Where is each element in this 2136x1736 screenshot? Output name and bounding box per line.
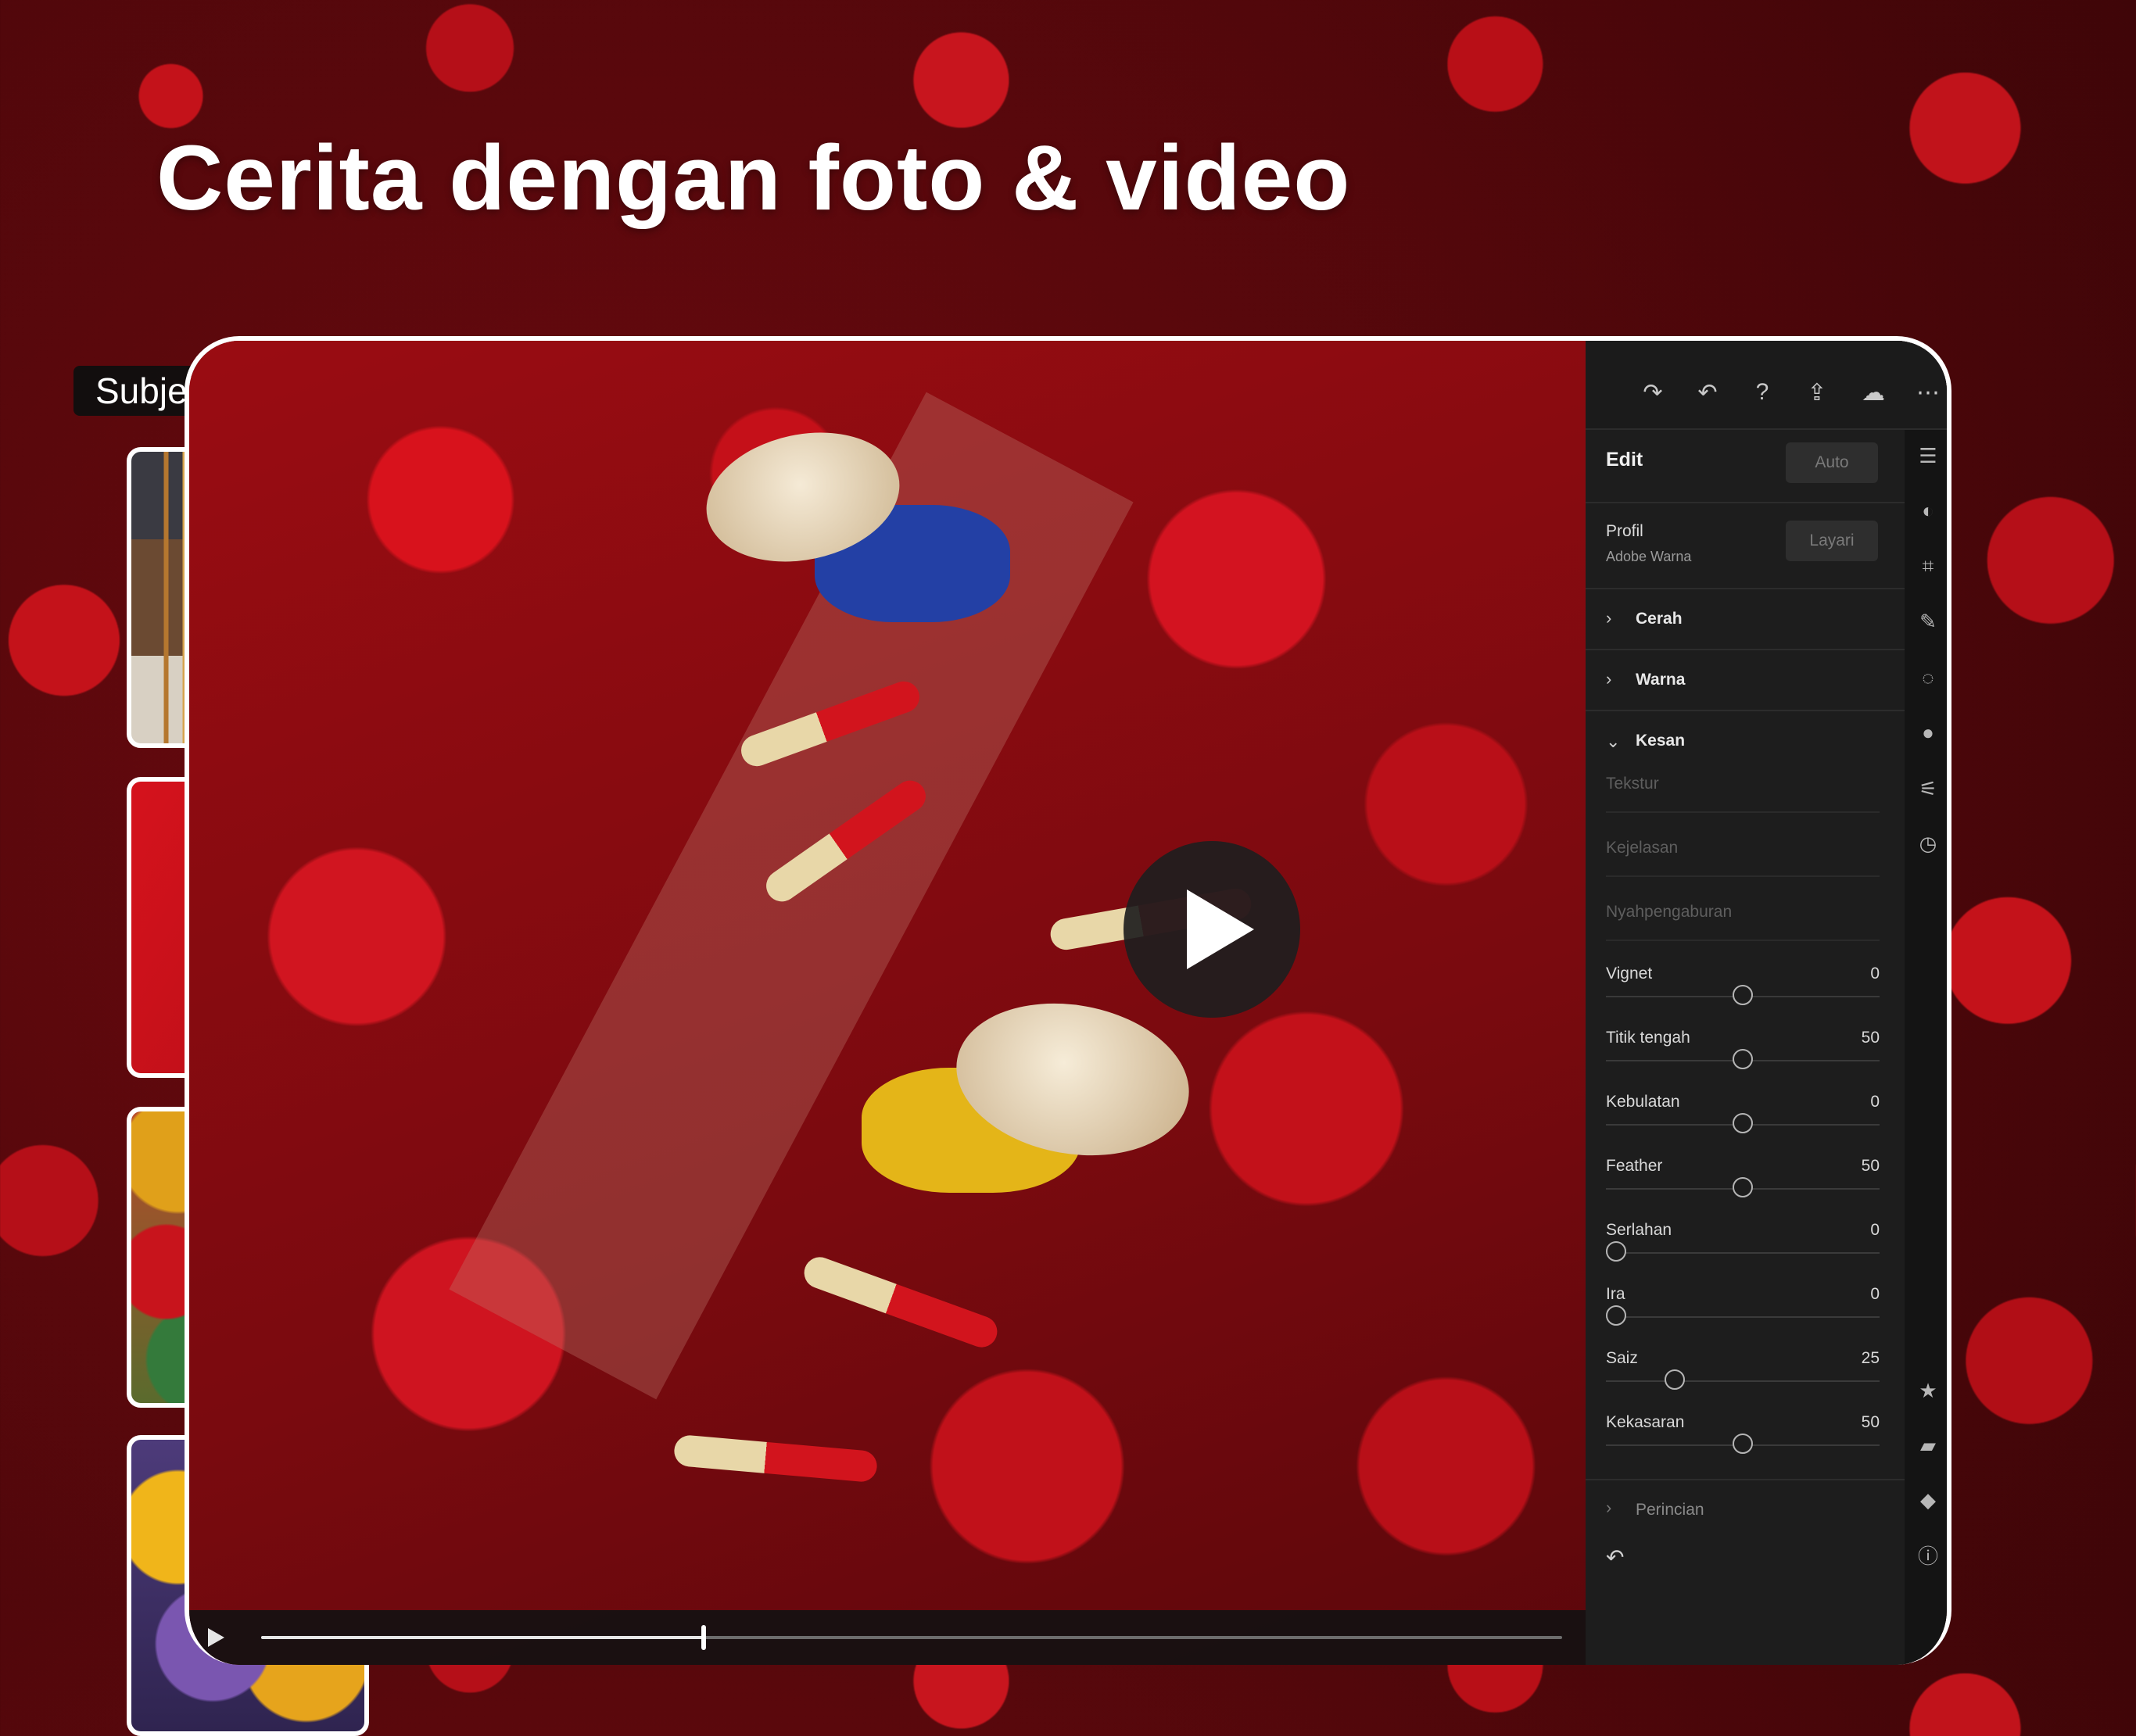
versions-icon[interactable]: ⚟ (1915, 775, 1941, 802)
info-icon[interactable]: ⓘ (1915, 1541, 1941, 1568)
reset-icon[interactable]: ↶ (1606, 1545, 1624, 1570)
slider-kebulatan[interactable]: Kebulatan 0 (1606, 1093, 1880, 1157)
cloud-synced-icon[interactable]: ☁ (1859, 378, 1887, 406)
section-light[interactable]: Cerah (1636, 610, 1683, 628)
comment-icon[interactable]: ▰ (1915, 1432, 1941, 1459)
clarity-slider-label: Kejelasan (1606, 839, 1679, 857)
slider-handle[interactable] (1733, 1049, 1753, 1069)
slider-label: Ira (1606, 1285, 1625, 1303)
chevron-right-icon: › (1606, 608, 1612, 628)
slider-track[interactable] (1606, 1252, 1880, 1254)
keyword-tag-icon[interactable]: ◆ (1915, 1487, 1941, 1513)
divider (1606, 940, 1880, 941)
timeline-playhead[interactable] (701, 1625, 706, 1650)
divider (1586, 502, 1905, 503)
slider-label: Vignet (1606, 965, 1653, 983)
slider-kekasaran[interactable]: Kekasaran 50 (1606, 1413, 1880, 1477)
slider-label: Titik tengah (1606, 1029, 1690, 1047)
divider (1606, 875, 1880, 877)
top-toolbar: ↷ ↶ ? ⇪ ☁ ⋯ (1586, 341, 1947, 430)
timeline-track[interactable] (261, 1625, 1562, 1650)
slider-value: 0 (1870, 1285, 1880, 1303)
slider-value: 50 (1861, 1029, 1880, 1047)
slider-handle[interactable] (1664, 1369, 1685, 1390)
slider-handle[interactable] (1733, 985, 1753, 1005)
edit-sliders-icon[interactable]: ☰ (1915, 442, 1941, 469)
slider-label: Serlahan (1606, 1221, 1672, 1239)
headline: Cerita dengan foto & video (156, 127, 1351, 230)
section-effects[interactable]: Kesan (1636, 732, 1685, 750)
history-icon[interactable]: ◷ (1915, 830, 1941, 857)
slider-value: 50 (1861, 1157, 1880, 1175)
masking-icon[interactable]: ◌ (1915, 664, 1941, 691)
slider-vignet[interactable]: Vignet 0 (1606, 965, 1880, 1029)
color-drop-icon[interactable]: ● (1915, 719, 1941, 746)
slider-value: 25 (1861, 1349, 1880, 1367)
divider (1606, 811, 1880, 813)
healing-brush-icon[interactable]: ✎ (1915, 608, 1941, 635)
video-play-button[interactable] (1124, 841, 1300, 1018)
tool-rail: ☰ ◐ ⌗ ✎ ◌ ● ⚟ ◷ ★ ▰ ◆ ⓘ (1905, 341, 1947, 1665)
slider-feather[interactable]: Feather 50 (1606, 1157, 1880, 1221)
slider-saiz[interactable]: Saiz 25 (1606, 1349, 1880, 1413)
edit-panel: Edit Auto Profil Adobe Warna Layari › Ce… (1586, 341, 1905, 1665)
slider-serlahan[interactable]: Serlahan 0 (1606, 1221, 1880, 1285)
divider (1586, 649, 1905, 650)
slider-track[interactable] (1606, 1316, 1880, 1318)
slider-handle[interactable] (1606, 1305, 1626, 1326)
slider-titik-tengah[interactable]: Titik tengah 50 (1606, 1029, 1880, 1093)
tablet-frame: Edit Auto Profil Adobe Warna Layari › Ce… (185, 336, 1951, 1665)
chevron-down-icon: ⌄ (1606, 732, 1621, 751)
slider-value: 0 (1870, 965, 1880, 983)
slider-handle[interactable] (1606, 1241, 1626, 1262)
slider-label: Feather (1606, 1157, 1663, 1175)
slider-label: Saiz (1606, 1349, 1638, 1367)
incense-bundle (672, 1434, 879, 1484)
timeline-play-icon[interactable] (206, 1626, 230, 1649)
video-timeline[interactable] (189, 1610, 1586, 1665)
slider-value: 0 (1870, 1093, 1880, 1111)
slider-value: 50 (1861, 1413, 1880, 1431)
more-icon[interactable]: ⋯ (1914, 378, 1942, 406)
help-icon[interactable]: ? (1748, 378, 1776, 406)
slider-handle[interactable] (1733, 1113, 1753, 1133)
browse-profile-button[interactable]: Layari (1786, 521, 1878, 561)
main-photo (189, 341, 1586, 1665)
incense-bundle (799, 1252, 1002, 1352)
divider (1586, 1479, 1905, 1480)
rating-star-icon[interactable]: ★ (1915, 1377, 1941, 1404)
slider-ira[interactable]: Ira 0 (1606, 1285, 1880, 1349)
undo-icon[interactable]: ↶ (1693, 378, 1722, 406)
timeline-progress (261, 1636, 704, 1639)
auto-button[interactable]: Auto (1786, 442, 1878, 483)
presets-icon[interactable]: ◐ (1915, 497, 1941, 524)
share-icon[interactable]: ⇪ (1803, 378, 1831, 406)
crop-icon[interactable]: ⌗ (1915, 553, 1941, 580)
slider-track[interactable] (1606, 1380, 1880, 1382)
slider-label: Kebulatan (1606, 1093, 1680, 1111)
section-color[interactable]: Warna (1636, 671, 1685, 689)
chevron-right-icon: › (1606, 1498, 1612, 1517)
section-detail[interactable]: Perincian (1636, 1501, 1704, 1519)
divider (1586, 710, 1905, 711)
slider-handle[interactable] (1733, 1434, 1753, 1454)
chevron-right-icon: › (1606, 669, 1612, 689)
slider-label: Kekasaran (1606, 1413, 1685, 1431)
slider-value: 0 (1870, 1221, 1880, 1239)
texture-slider-label: Tekstur (1606, 775, 1659, 793)
dehaze-slider-label: Nyahpengaburan (1606, 903, 1733, 921)
redo-icon[interactable]: ↷ (1639, 378, 1667, 406)
divider (1586, 588, 1905, 589)
slider-handle[interactable] (1733, 1177, 1753, 1197)
